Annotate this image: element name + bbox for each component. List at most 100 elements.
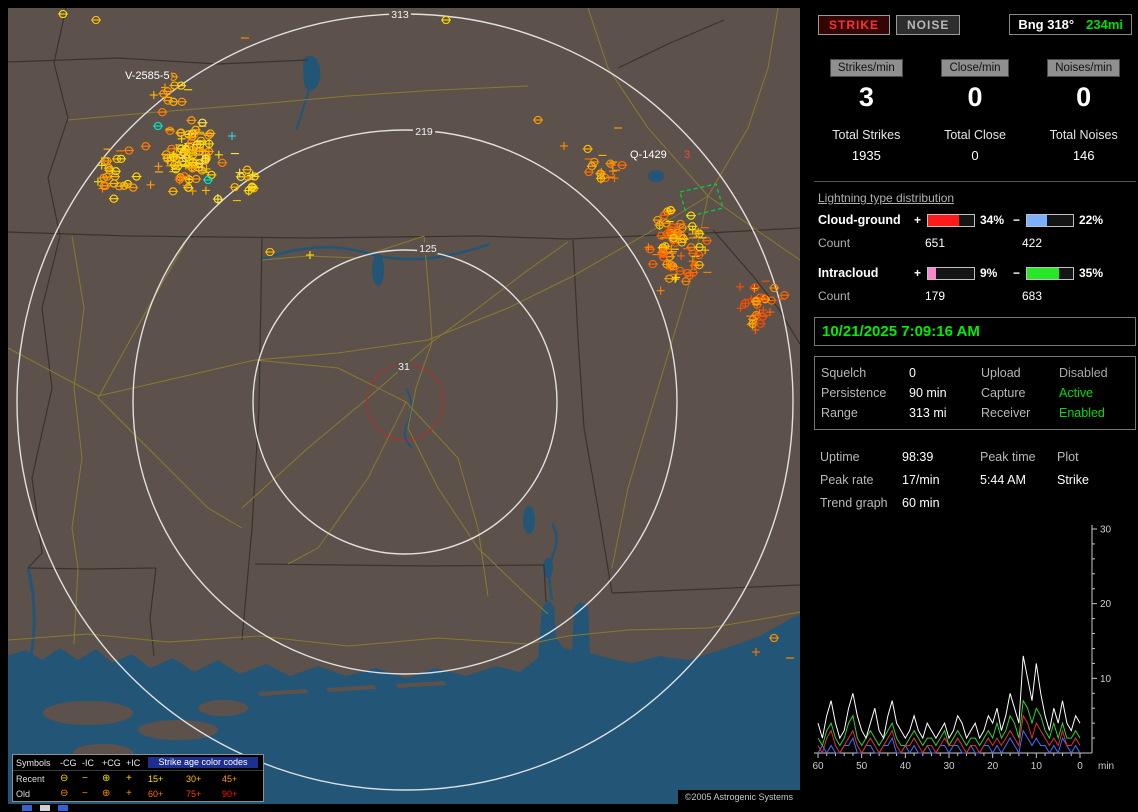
taskbar-artifact <box>40 805 50 811</box>
intracloud-counts: Count 179 683 <box>818 289 1138 303</box>
total-close-label: Total Close <box>944 128 1006 142</box>
capture-label: Capture <box>981 386 1026 400</box>
pos-ic-icon: + <box>126 772 132 784</box>
age-90: 90+ <box>222 788 238 799</box>
peak-rate-value: 17/min <box>902 473 940 487</box>
legend-recent-label: Recent <box>16 773 45 784</box>
trend-graph-label: Trend graph <box>820 496 888 510</box>
datetime-box: 10/21/2025 7:09:16 AM <box>814 317 1136 346</box>
minus-sign: − <box>1013 213 1021 227</box>
total-noises-label: Total Noises <box>1049 128 1118 142</box>
station-label-q1429-suffix: 3 <box>684 149 690 161</box>
range-value: 313 mi <box>909 406 947 420</box>
svg-text:10: 10 <box>1100 674 1112 685</box>
cg-positive-count: 651 <box>925 236 946 250</box>
trend-graph: 10 20 30 60 50 40 30 20 10 0 min <box>812 521 1138 780</box>
trend-series-cloud-ground <box>817 714 1081 755</box>
legend-age-title: Strike age color codes <box>148 757 258 768</box>
svg-text:min: min <box>1098 761 1114 772</box>
ic-positive-gauge <box>927 266 975 280</box>
cg-positive-gauge <box>927 213 975 227</box>
map-svg: 313 219 125 31 V-2585-5 Q-1429 3 <box>8 8 800 804</box>
range-label: Range <box>821 406 858 420</box>
neg-ic-icon: − <box>82 787 88 799</box>
noises-counter: Noises/min 0 Total Noises 146 <box>1029 59 1138 163</box>
svg-text:40: 40 <box>900 761 912 772</box>
noise-indicator[interactable]: NOISE <box>896 14 961 35</box>
receiver-status-box: Squelch 0 Upload Disabled Persistence 90… <box>814 356 1136 430</box>
cloud-ground-label: Cloud-ground <box>818 213 901 227</box>
peak-rate-label: Peak rate <box>820 473 874 487</box>
current-datetime: 10/21/2025 7:09:16 AM <box>822 323 980 340</box>
age-30: 30+ <box>186 773 202 784</box>
close-per-min-value: 0 <box>967 82 983 112</box>
svg-text:30: 30 <box>943 761 955 772</box>
ring-label-219: 219 <box>415 126 433 138</box>
age-15: 15+ <box>148 773 164 784</box>
uptime-label: Uptime <box>820 450 860 464</box>
lightning-map[interactable]: 313 219 125 31 V-2585-5 Q-1429 3 Symbols… <box>8 8 800 804</box>
count-label: Count <box>818 236 851 250</box>
legend-pos-cg-header: +CG <box>102 757 121 768</box>
peak-time-label: Peak time <box>980 450 1036 464</box>
lake <box>523 506 535 534</box>
intracloud-label: Intracloud <box>818 266 879 280</box>
status-row: Range 313 mi Receiver Enabled <box>821 403 1129 423</box>
legend-neg-cg-header: -CG <box>60 757 77 768</box>
ring-label-313: 313 <box>391 9 409 21</box>
status-row: Persistence 90 min Capture Active <box>821 383 1129 403</box>
upload-value: Disabled <box>1059 366 1108 380</box>
lake <box>648 170 664 182</box>
close-counter: Close/min 0 Total Close 0 <box>921 59 1030 163</box>
status-row: Squelch 0 Upload Disabled <box>821 363 1129 383</box>
minus-sign: − <box>1013 266 1021 280</box>
distribution-title: Lightning type distribution <box>818 191 955 205</box>
squelch-label: Squelch <box>821 366 867 380</box>
ring-label-125: 125 <box>419 243 437 255</box>
section-divider <box>814 181 1136 182</box>
pos-cg-icon: ⊕ <box>102 787 111 799</box>
ic-negative-count: 683 <box>1022 289 1043 303</box>
total-strikes-value: 1935 <box>851 148 881 163</box>
strikes-counter: Strikes/min 3 Total Strikes 1935 <box>812 59 921 163</box>
ic-positive-pct: 9% <box>980 266 998 280</box>
trend-graph-svg: 10 20 30 60 50 40 30 20 10 0 min <box>812 525 1114 773</box>
neg-cg-icon: ⊖ <box>60 772 69 784</box>
total-strikes-label: Total Strikes <box>832 128 901 142</box>
cg-negative-pct: 22% <box>1079 213 1104 227</box>
total-close-value: 0 <box>971 148 979 163</box>
strikes-per-min-value: 3 <box>858 82 874 112</box>
trend-series-noises <box>817 729 1081 755</box>
strike-indicator[interactable]: STRIKE <box>818 14 891 35</box>
svg-text:60: 60 <box>812 761 824 772</box>
pos-cg-icon: ⊕ <box>102 772 111 784</box>
trend-series-total-strikes <box>817 655 1081 740</box>
pos-ic-icon: + <box>126 787 132 799</box>
bearing-distance: 234mi <box>1086 17 1123 32</box>
status-panel: STRIKE NOISE Bng 318° 234mi Strikes/min … <box>812 0 1138 812</box>
station-label-q1429: Q-1429 <box>630 149 667 161</box>
cg-negative-gauge <box>1026 213 1074 227</box>
ic-negative-pct: 35% <box>1079 266 1104 280</box>
peak-time-value: 5:44 AM <box>980 473 1026 487</box>
copyright-notice: ©2005 Astrogenic Systems <box>677 790 800 804</box>
capture-value: Active <box>1059 386 1094 400</box>
neg-ic-icon: − <box>82 772 88 784</box>
cg-positive-pct: 34% <box>980 213 1005 227</box>
ring-label-31: 31 <box>398 361 410 373</box>
svg-text:10: 10 <box>1031 761 1043 772</box>
svg-text:20: 20 <box>1100 599 1112 610</box>
cg-negative-count: 422 <box>1022 236 1043 250</box>
taskbar-artifact <box>58 805 68 811</box>
plot-label: Plot <box>1057 450 1079 464</box>
squelch-value: 0 <box>909 366 916 380</box>
taskbar-artifact <box>22 805 32 811</box>
persistence-label: Persistence <box>821 386 887 400</box>
plus-sign: + <box>914 213 922 227</box>
legend-symbols-header: Symbols <box>16 757 51 768</box>
ic-negative-gauge <box>1026 266 1074 280</box>
age-45: 45+ <box>222 773 238 784</box>
receiver-label: Receiver <box>981 406 1031 420</box>
session-stats-box: Uptime 98:39 Peak time Plot Peak rate 17… <box>820 446 1136 515</box>
svg-text:30: 30 <box>1100 525 1112 536</box>
